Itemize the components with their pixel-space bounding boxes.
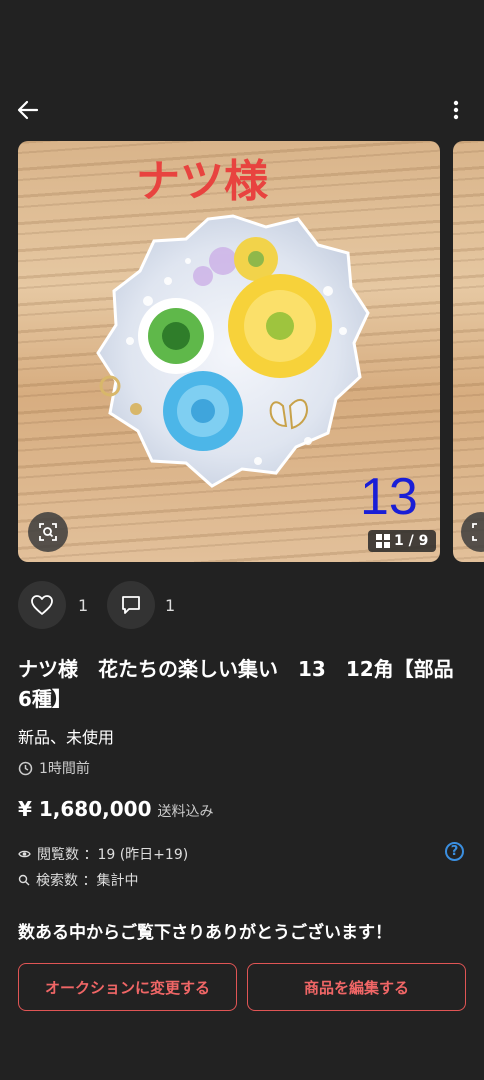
magnifier-icon	[18, 874, 30, 886]
grid-icon	[376, 534, 390, 548]
comment-button[interactable]	[107, 581, 155, 629]
overlay-number-text: 13	[360, 468, 418, 526]
item-condition: 新品、未使用	[18, 728, 115, 747]
view-count-row: 閲覧数 ：19 (昨日+19)	[18, 844, 188, 864]
heart-outline-icon	[31, 595, 53, 615]
item-message: 数ある中からご覧下さりありがとうございます！	[18, 923, 392, 943]
posted-time-row: 1時間前	[18, 758, 90, 778]
item-title: ナツ様 花たちの楽しい集い 13 12角【部品6種】	[18, 657, 454, 711]
view-count: 閲覧数 ：19 (昨日+19)	[37, 847, 189, 863]
shipping-info: 送料込み	[157, 804, 214, 820]
item-price: ¥ 1,680,000	[18, 797, 152, 821]
arrow-left-icon	[17, 100, 39, 120]
posted-time: 1時間前	[39, 761, 90, 777]
next-product-photo[interactable]	[453, 141, 484, 562]
change-to-auction-button[interactable]: オークションに変更する	[18, 963, 237, 1011]
price-row: ¥ 1,680,000 送料込み	[18, 797, 214, 821]
photo-counter: 1 / 9	[368, 530, 437, 552]
help-icon[interactable]: ?	[445, 842, 464, 861]
speech-bubble-icon	[122, 596, 140, 614]
wood-background	[453, 141, 484, 562]
overlay-name-text: ナツ様	[136, 157, 268, 206]
like-button[interactable]	[18, 581, 66, 629]
search-count: 検索数 ：集計中	[36, 873, 139, 889]
back-button[interactable]	[14, 96, 42, 124]
comment-count: 1	[165, 596, 176, 615]
more-options-button[interactable]	[444, 96, 468, 124]
image-search-button[interactable]	[28, 512, 68, 552]
photo-counter-text: 1 / 9	[394, 533, 429, 549]
eye-icon	[18, 850, 31, 858]
like-count: 1	[78, 596, 89, 615]
product-photo[interactable]: ナツ様 13	[18, 141, 440, 562]
search-count-row: 検索数 ：集計中	[18, 870, 138, 890]
yellow-flower-small	[234, 237, 278, 281]
image-search-icon	[472, 523, 477, 541]
edit-item-button[interactable]: 商品を編集する	[247, 963, 466, 1011]
image-search-icon	[39, 523, 57, 541]
vertical-dots-icon	[453, 100, 459, 120]
clock-icon	[18, 761, 33, 775]
